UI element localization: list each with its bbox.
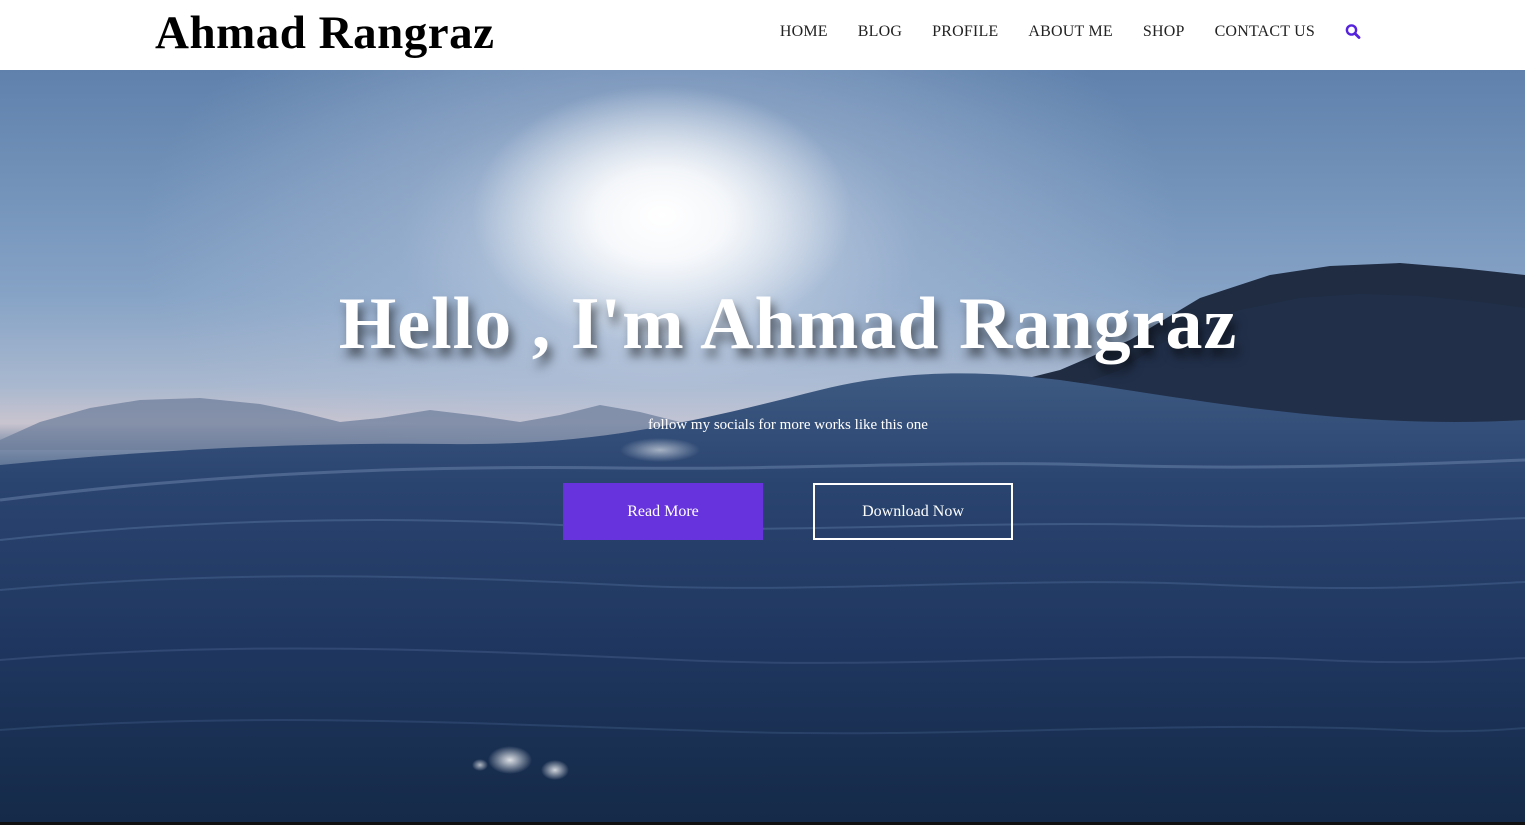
nav-contact-us[interactable]: CONTACT US: [1215, 23, 1315, 41]
hero-title: Hello , I'm Ahmad Rangraz: [338, 283, 1238, 365]
hero-section: Hello , I'm Ahmad Rangraz follow my soci…: [0, 70, 1525, 822]
site-logo[interactable]: Ahmad Rangraz: [155, 6, 494, 60]
read-more-button[interactable]: Read More: [563, 483, 763, 540]
hero-subtitle: follow my socials for more works like th…: [648, 417, 928, 433]
hero-background-image: [0, 263, 1525, 822]
search-icon[interactable]: [1345, 23, 1361, 41]
download-now-button[interactable]: Download Now: [813, 483, 1013, 540]
nav-about-me[interactable]: ABOUT ME: [1028, 23, 1112, 41]
nav-profile[interactable]: PROFILE: [932, 23, 998, 41]
navbar: Ahmad Rangraz HOME BLOG PROFILE ABOUT ME…: [0, 0, 1525, 70]
nav-menu: HOME BLOG PROFILE ABOUT ME SHOP CONTACT …: [780, 23, 1361, 41]
nav-blog[interactable]: BLOG: [858, 23, 902, 41]
nav-home[interactable]: HOME: [780, 23, 828, 41]
nav-shop[interactable]: SHOP: [1143, 23, 1185, 41]
